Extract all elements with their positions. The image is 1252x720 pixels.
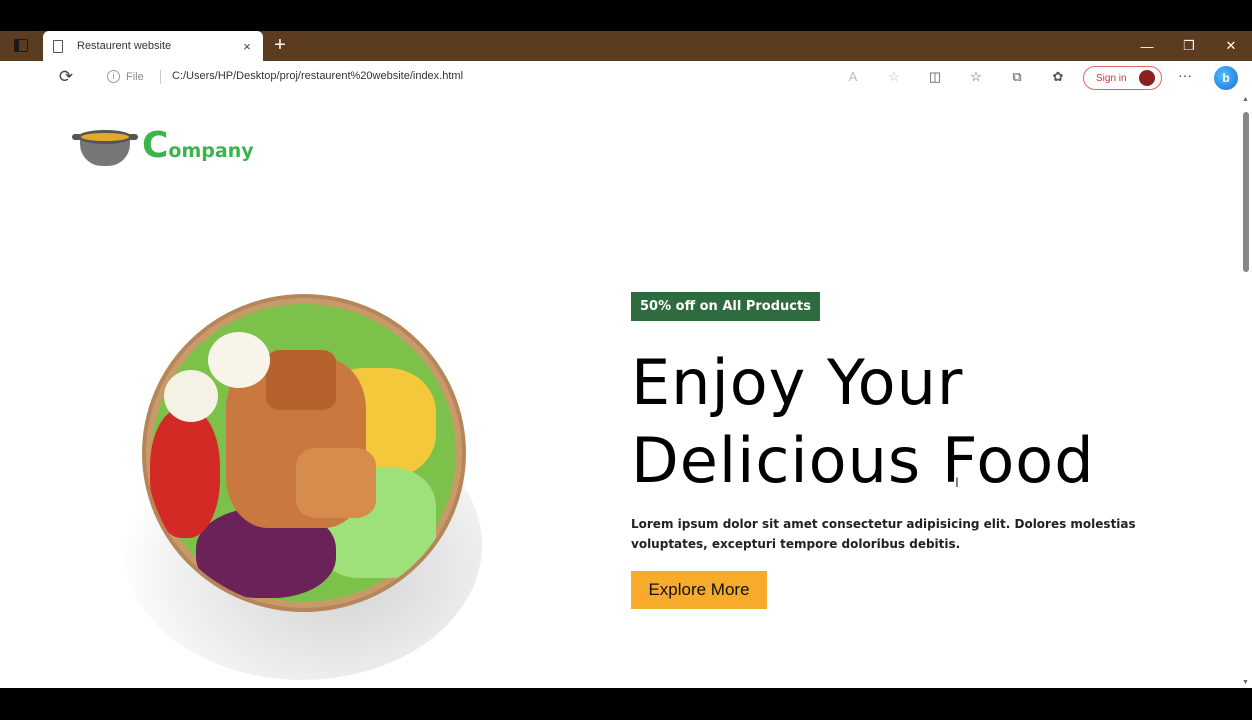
reload-icon[interactable]: ⟳ [57, 68, 75, 86]
tab-actions-icon[interactable] [14, 39, 28, 52]
scrollbar-thumb[interactable] [1243, 112, 1249, 272]
tab-title: Restaurent website [77, 40, 172, 52]
extensions-icon[interactable]: ✿ [1048, 67, 1068, 87]
logo-rest: ompany [168, 140, 254, 162]
address-separator [160, 70, 161, 84]
address-url[interactable]: C:/Users/HP/Desktop/proj/restaurent%20we… [172, 70, 463, 82]
salad-bowl-image [118, 280, 488, 688]
minimize-button[interactable]: — [1126, 31, 1168, 61]
pot-icon [72, 124, 138, 168]
letterbox-bottom [0, 688, 1252, 720]
site-info-chip[interactable]: i File [107, 70, 144, 83]
new-tab-button[interactable]: + [270, 34, 290, 56]
headline-line-2: Delicious Food [631, 424, 1095, 497]
hero-headline: Enjoy Your Delicious Food [631, 344, 1095, 500]
favorites-icon[interactable]: ☆ [966, 67, 986, 87]
collections-icon[interactable]: ⧉ [1007, 67, 1027, 87]
browser-title-bar: Restaurent website × + — ❐ ✕ [0, 31, 1252, 61]
discount-badge: 50% off on All Products [631, 292, 820, 321]
page-viewport: C ompany 50% off on All Products Enjoy Y… [0, 94, 1240, 688]
read-aloud-icon[interactable]: A [843, 67, 863, 87]
sign-in-button[interactable]: Sign in [1083, 66, 1162, 90]
more-menu-icon[interactable]: ··· [1175, 67, 1195, 83]
explore-more-button[interactable]: Explore More [631, 571, 767, 609]
headline-line-1: Enjoy Your [631, 346, 964, 419]
company-logo[interactable]: C ompany [72, 124, 254, 168]
site-info-label: File [126, 70, 144, 83]
restore-button[interactable]: ❐ [1168, 31, 1210, 61]
logo-initial: C [142, 125, 169, 166]
tab-close-icon[interactable]: × [237, 39, 257, 54]
split-screen-icon[interactable]: ◫ [925, 67, 945, 87]
text-cursor-icon: I [955, 474, 959, 490]
sign-in-label: Sign in [1096, 72, 1127, 84]
star-icon[interactable]: ☆ [884, 67, 904, 87]
toolbar-icons: A ☆ ◫ ☆ ⧉ ✿ [843, 67, 1089, 87]
logo-text: C ompany [142, 128, 254, 164]
page-icon [53, 39, 63, 53]
browser-toolbar: ⟳ i File C:/Users/HP/Desktop/proj/restau… [0, 61, 1252, 94]
tab-restaurent-website[interactable]: Restaurent website × [43, 31, 263, 61]
screen: Restaurent website × + — ❐ ✕ ⟳ i File C:… [0, 0, 1252, 720]
scroll-down-icon[interactable]: ▼ [1242, 679, 1249, 686]
hero-description: Lorem ipsum dolor sit amet consectetur a… [631, 517, 1136, 551]
vertical-scrollbar[interactable]: ▲ ▼ [1240, 94, 1252, 688]
info-icon: i [107, 70, 120, 83]
close-button[interactable]: ✕ [1210, 31, 1252, 61]
window-controls: — ❐ ✕ [1126, 31, 1252, 61]
copilot-icon[interactable]: b [1214, 66, 1238, 90]
scroll-up-icon[interactable]: ▲ [1242, 96, 1249, 103]
avatar [1139, 70, 1155, 86]
